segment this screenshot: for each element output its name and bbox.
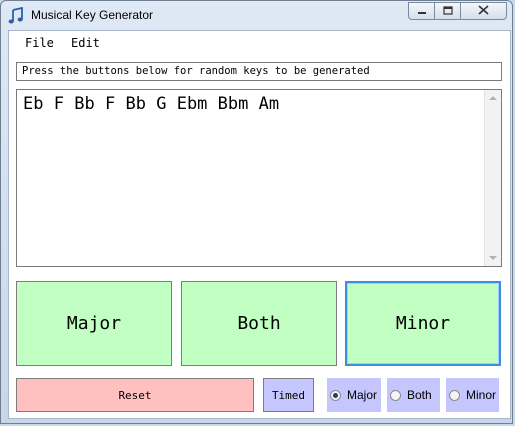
title-bar[interactable]: Musical Key Generator (1, 1, 512, 31)
close-button[interactable] (460, 2, 507, 20)
music-note-icon (8, 6, 24, 25)
scroll-up-icon[interactable] (489, 96, 497, 100)
menu-edit[interactable]: Edit (71, 36, 100, 50)
key-item: Bbm (217, 94, 249, 114)
key-item: Bb (74, 94, 95, 114)
key-item: F (104, 94, 116, 114)
key-item: Bb (125, 94, 146, 114)
radio-unselected-icon (390, 389, 401, 401)
menu-file[interactable]: File (25, 36, 54, 50)
timed-button[interactable]: Timed (263, 378, 314, 412)
radio-major-label: Major (347, 388, 378, 402)
window-title: Musical Key Generator (31, 8, 154, 22)
minimize-icon (417, 2, 427, 20)
keys-output-area[interactable]: Eb F Bb F Bb G Ebm Bbm Am (16, 89, 502, 267)
radio-both-label: Both (407, 388, 432, 402)
instructions-field[interactable]: Press the buttons below for random keys … (16, 62, 502, 81)
client-area: File Edit Press the buttons below for ra… (8, 30, 511, 419)
radio-unselected-icon (449, 389, 460, 401)
keys-output-text: Eb F Bb F Bb G Ebm Bbm Am (23, 94, 279, 114)
app-window: Musical Key Generator File Edit Press th… (0, 0, 513, 424)
radio-minor-label: Minor (466, 388, 497, 402)
radio-selected-icon (330, 389, 341, 401)
close-icon (478, 2, 489, 20)
radio-both[interactable]: Both (387, 378, 440, 412)
key-item: Ebm (176, 94, 208, 114)
vertical-scrollbar[interactable] (484, 90, 501, 266)
minimize-button[interactable] (408, 2, 435, 20)
scroll-down-icon[interactable] (489, 256, 497, 260)
reset-button[interactable]: Reset (16, 378, 254, 412)
both-button[interactable]: Both (181, 281, 337, 366)
major-button[interactable]: Major (16, 281, 172, 366)
minor-button[interactable]: Minor (345, 281, 501, 366)
key-item: Am (258, 94, 280, 114)
menu-bar: File Edit (9, 31, 510, 55)
key-item: F (53, 94, 64, 114)
maximize-icon (442, 2, 453, 20)
radio-minor[interactable]: Minor (446, 378, 499, 412)
radio-major[interactable]: Major (327, 378, 381, 412)
key-item: Eb (23, 94, 44, 114)
key-item: G (156, 94, 167, 114)
maximize-button[interactable] (434, 2, 461, 20)
